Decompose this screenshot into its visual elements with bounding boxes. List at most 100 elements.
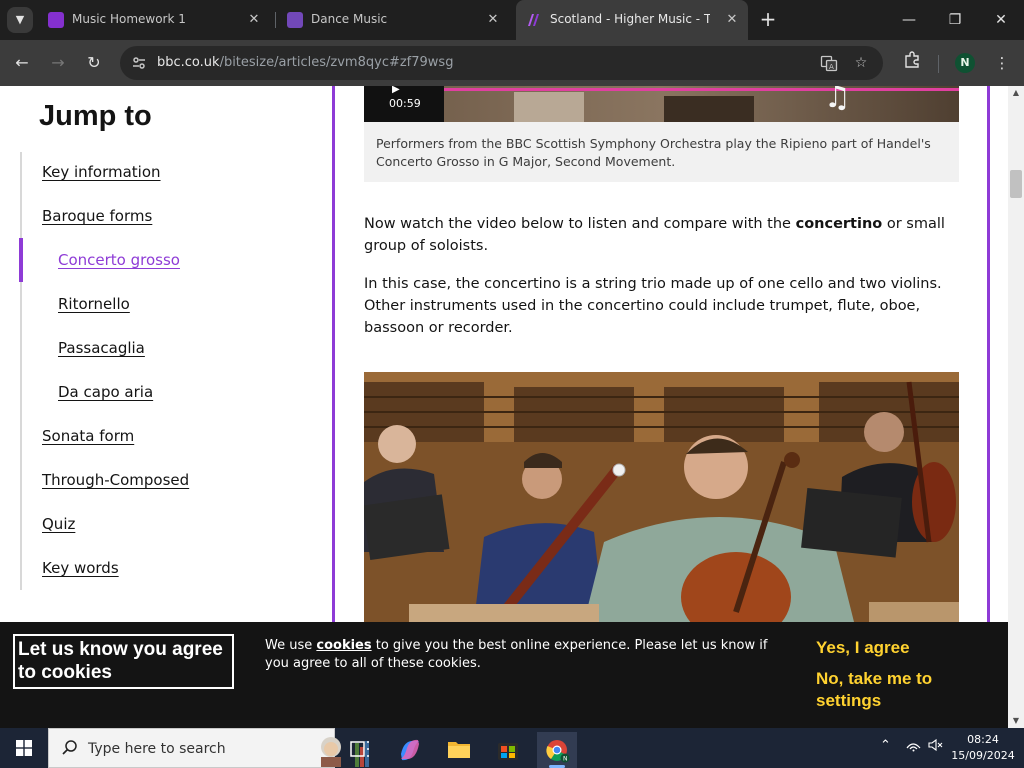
system-clock[interactable]: 08:24 15/09/2024 (950, 732, 1016, 764)
new-tab-button[interactable]: + (756, 8, 780, 32)
jump-to-heading: Jump to (39, 100, 152, 132)
paragraph-string-trio: In this case, the concertino is a string… (364, 276, 942, 336)
chrome-app-icon[interactable]: N (537, 732, 577, 768)
content-border-left (332, 86, 335, 622)
cookie-banner-title: Let us know you agree to cookies (13, 634, 234, 689)
tab-scotland-higher-music[interactable]: Scotland - Higher Music - Textu ✕ (516, 0, 748, 40)
content-border-right (987, 86, 990, 622)
tab-title: Dance Music (311, 12, 388, 26)
bitesize-favicon-icon (526, 12, 542, 28)
svg-text:N: N (563, 756, 568, 763)
windows-taskbar: Type here to search N ⌃ 08:24 15/09/2024 (0, 728, 1024, 768)
tab-title: Scotland - Higher Music - Textu (550, 12, 710, 26)
minimize-button[interactable]: — (886, 0, 932, 40)
cookie-banner-text: We use cookies to give you the best onli… (265, 637, 785, 673)
wifi-icon[interactable] (905, 738, 921, 756)
url-domain: bbc.co.uk (157, 55, 220, 70)
toc-item-ritornello[interactable]: Ritornello (58, 295, 130, 313)
restore-icon: ❐ (948, 12, 962, 28)
reload-icon: ↻ (87, 53, 101, 72)
reload-button[interactable]: ↻ (82, 51, 106, 75)
scroll-thumb[interactable] (1010, 170, 1022, 198)
paragraph-concertino: Now watch the video below to listen and … (364, 213, 959, 257)
toc-item-baroque-forms[interactable]: Baroque forms (42, 207, 152, 225)
address-bar[interactable]: bbc.co.uk/bitesize/articles/zvm8qyc#zf79… (120, 46, 883, 80)
microsoft-store-app-icon[interactable] (488, 732, 528, 768)
toc-item-key-information[interactable]: Key information (42, 163, 161, 181)
search-icon (61, 739, 79, 757)
clock-time: 08:24 (967, 733, 999, 746)
clock-date: 15/09/2024 (951, 749, 1015, 762)
video-time-overlay: ▶ 00:59 (364, 86, 444, 122)
chevron-up-icon[interactable]: ⌃ (880, 738, 891, 753)
browser-toolbar: ← → ↻ bbc.co.uk/bitesize/articles/zvm8qy… (0, 40, 1024, 86)
forward-button[interactable]: → (46, 51, 70, 75)
para-bold-term: concertino (795, 216, 883, 232)
close-window-button[interactable]: ✕ (978, 0, 1024, 40)
bookmark-star-icon[interactable]: ☆ (852, 54, 870, 72)
agree-cookies-button[interactable]: Yes, I agree (816, 638, 910, 658)
url-path: /bitesize/articles/zvm8qyc#zf79wsg (219, 55, 454, 70)
toc-rail (20, 152, 22, 590)
close-icon[interactable]: ✕ (245, 11, 263, 29)
cookies-link[interactable]: cookies (316, 638, 371, 653)
progress-bar[interactable] (444, 88, 959, 91)
toc-item-quiz[interactable]: Quiz (42, 515, 75, 533)
para-text: Now watch the video below to listen and … (364, 216, 796, 232)
toc-item-sonata-form[interactable]: Sonata form (42, 427, 134, 445)
tab-divider (275, 12, 276, 28)
search-placeholder: Type here to search (88, 741, 226, 757)
browser-tab-strip: ▼ Music Homework 1 ✕ Dance Music ✕ Scotl… (0, 0, 1024, 40)
article-page: Jump to Key information Baroque forms Co… (0, 86, 1008, 622)
svg-text:A: A (829, 63, 834, 71)
site-info-icon[interactable] (130, 54, 148, 72)
music-note-icon: ♫ (824, 86, 851, 115)
tab-title: Music Homework 1 (72, 12, 186, 26)
video-duration: 00:59 (389, 97, 421, 110)
video-frame-image (364, 372, 959, 622)
cookie-text-part: We use (265, 638, 317, 653)
video-frame-image (364, 86, 959, 122)
cookie-banner: Let us know you agree to cookies We use … (0, 622, 1008, 728)
ripieno-video-player[interactable]: ▶ 00:59 ♫ (364, 86, 959, 122)
more-menu-icon[interactable]: ⋮ (990, 51, 1014, 75)
scroll-down-icon[interactable]: ▼ (1008, 714, 1024, 728)
close-icon[interactable]: ✕ (484, 11, 502, 29)
video-caption: Performers from the BBC Scottish Symphon… (376, 136, 931, 169)
url-text: bbc.co.uk/bitesize/articles/zvm8qyc#zf79… (157, 55, 453, 70)
toolbar-divider (938, 55, 939, 73)
play-icon[interactable]: ▶ (392, 86, 400, 95)
toc-item-da-capo-aria[interactable]: Da capo aria (58, 383, 153, 401)
profile-avatar[interactable]: N (955, 53, 975, 73)
file-explorer-app-icon[interactable] (439, 732, 479, 768)
chevron-down-icon: ▼ (15, 13, 25, 26)
arrow-left-icon: ← (15, 53, 29, 72)
tab-search-button[interactable]: ▼ (7, 7, 33, 33)
tab-music-homework[interactable]: Music Homework 1 ✕ (38, 0, 272, 40)
page-scrollbar[interactable]: ▲ ▼ (1008, 86, 1024, 728)
plus-icon: + (759, 7, 777, 31)
copilot-app-icon[interactable] (390, 732, 430, 768)
restore-button[interactable]: ❐ (932, 0, 978, 40)
extensions-icon[interactable] (900, 51, 924, 75)
windows-start-icon[interactable] (16, 740, 32, 756)
translate-icon[interactable]: A (820, 54, 838, 72)
forms-favicon-icon (48, 12, 64, 28)
taskbar-search[interactable]: Type here to search (48, 728, 369, 768)
speaker-muted-icon[interactable] (928, 738, 944, 756)
task-view-button[interactable] (340, 732, 380, 768)
arrow-right-icon: → (51, 53, 65, 72)
minimize-icon: — (902, 12, 916, 28)
cookie-settings-button[interactable]: No, take me to settings (816, 668, 996, 712)
close-icon[interactable]: ✕ (723, 11, 741, 29)
concertino-video-player[interactable] (364, 372, 959, 622)
toc-item-through-composed[interactable]: Through-Composed (42, 471, 189, 489)
toc-item-concerto-grosso[interactable]: Concerto grosso (58, 251, 180, 269)
toc-item-key-words[interactable]: Key words (42, 559, 119, 577)
back-button[interactable]: ← (10, 51, 34, 75)
toc-item-passacaglia[interactable]: Passacaglia (58, 339, 145, 357)
toc-active-indicator (19, 238, 23, 282)
scroll-up-icon[interactable]: ▲ (1008, 86, 1024, 100)
close-icon: ✕ (995, 12, 1007, 28)
tab-dance-music[interactable]: Dance Music ✕ (277, 0, 511, 40)
